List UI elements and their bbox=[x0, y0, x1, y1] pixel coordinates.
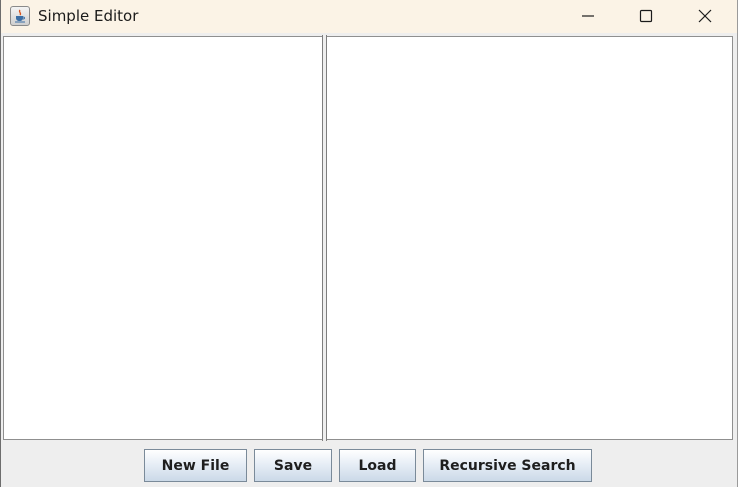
load-button[interactable]: Load bbox=[339, 449, 416, 482]
recursive-search-button[interactable]: Recursive Search bbox=[423, 449, 592, 482]
split-pane bbox=[3, 35, 733, 441]
close-icon bbox=[698, 9, 712, 23]
save-button[interactable]: Save bbox=[254, 449, 332, 482]
title-bar[interactable]: Simple Editor bbox=[1, 0, 737, 33]
minimize-icon bbox=[582, 15, 594, 17]
window-title: Simple Editor bbox=[38, 7, 139, 25]
new-file-button[interactable]: New File bbox=[144, 449, 247, 482]
file-tree-pane[interactable] bbox=[3, 36, 322, 440]
minimize-button[interactable] bbox=[559, 0, 617, 33]
maximize-button[interactable] bbox=[617, 0, 675, 33]
close-button[interactable] bbox=[676, 0, 734, 33]
java-cup-icon[interactable] bbox=[10, 6, 30, 26]
editor-text-area[interactable] bbox=[327, 36, 733, 440]
maximize-icon bbox=[639, 9, 653, 23]
app-window: Simple Editor New File Save Load Recursi… bbox=[0, 0, 738, 487]
button-bar: New File Save Load Recursive Search bbox=[3, 441, 737, 487]
